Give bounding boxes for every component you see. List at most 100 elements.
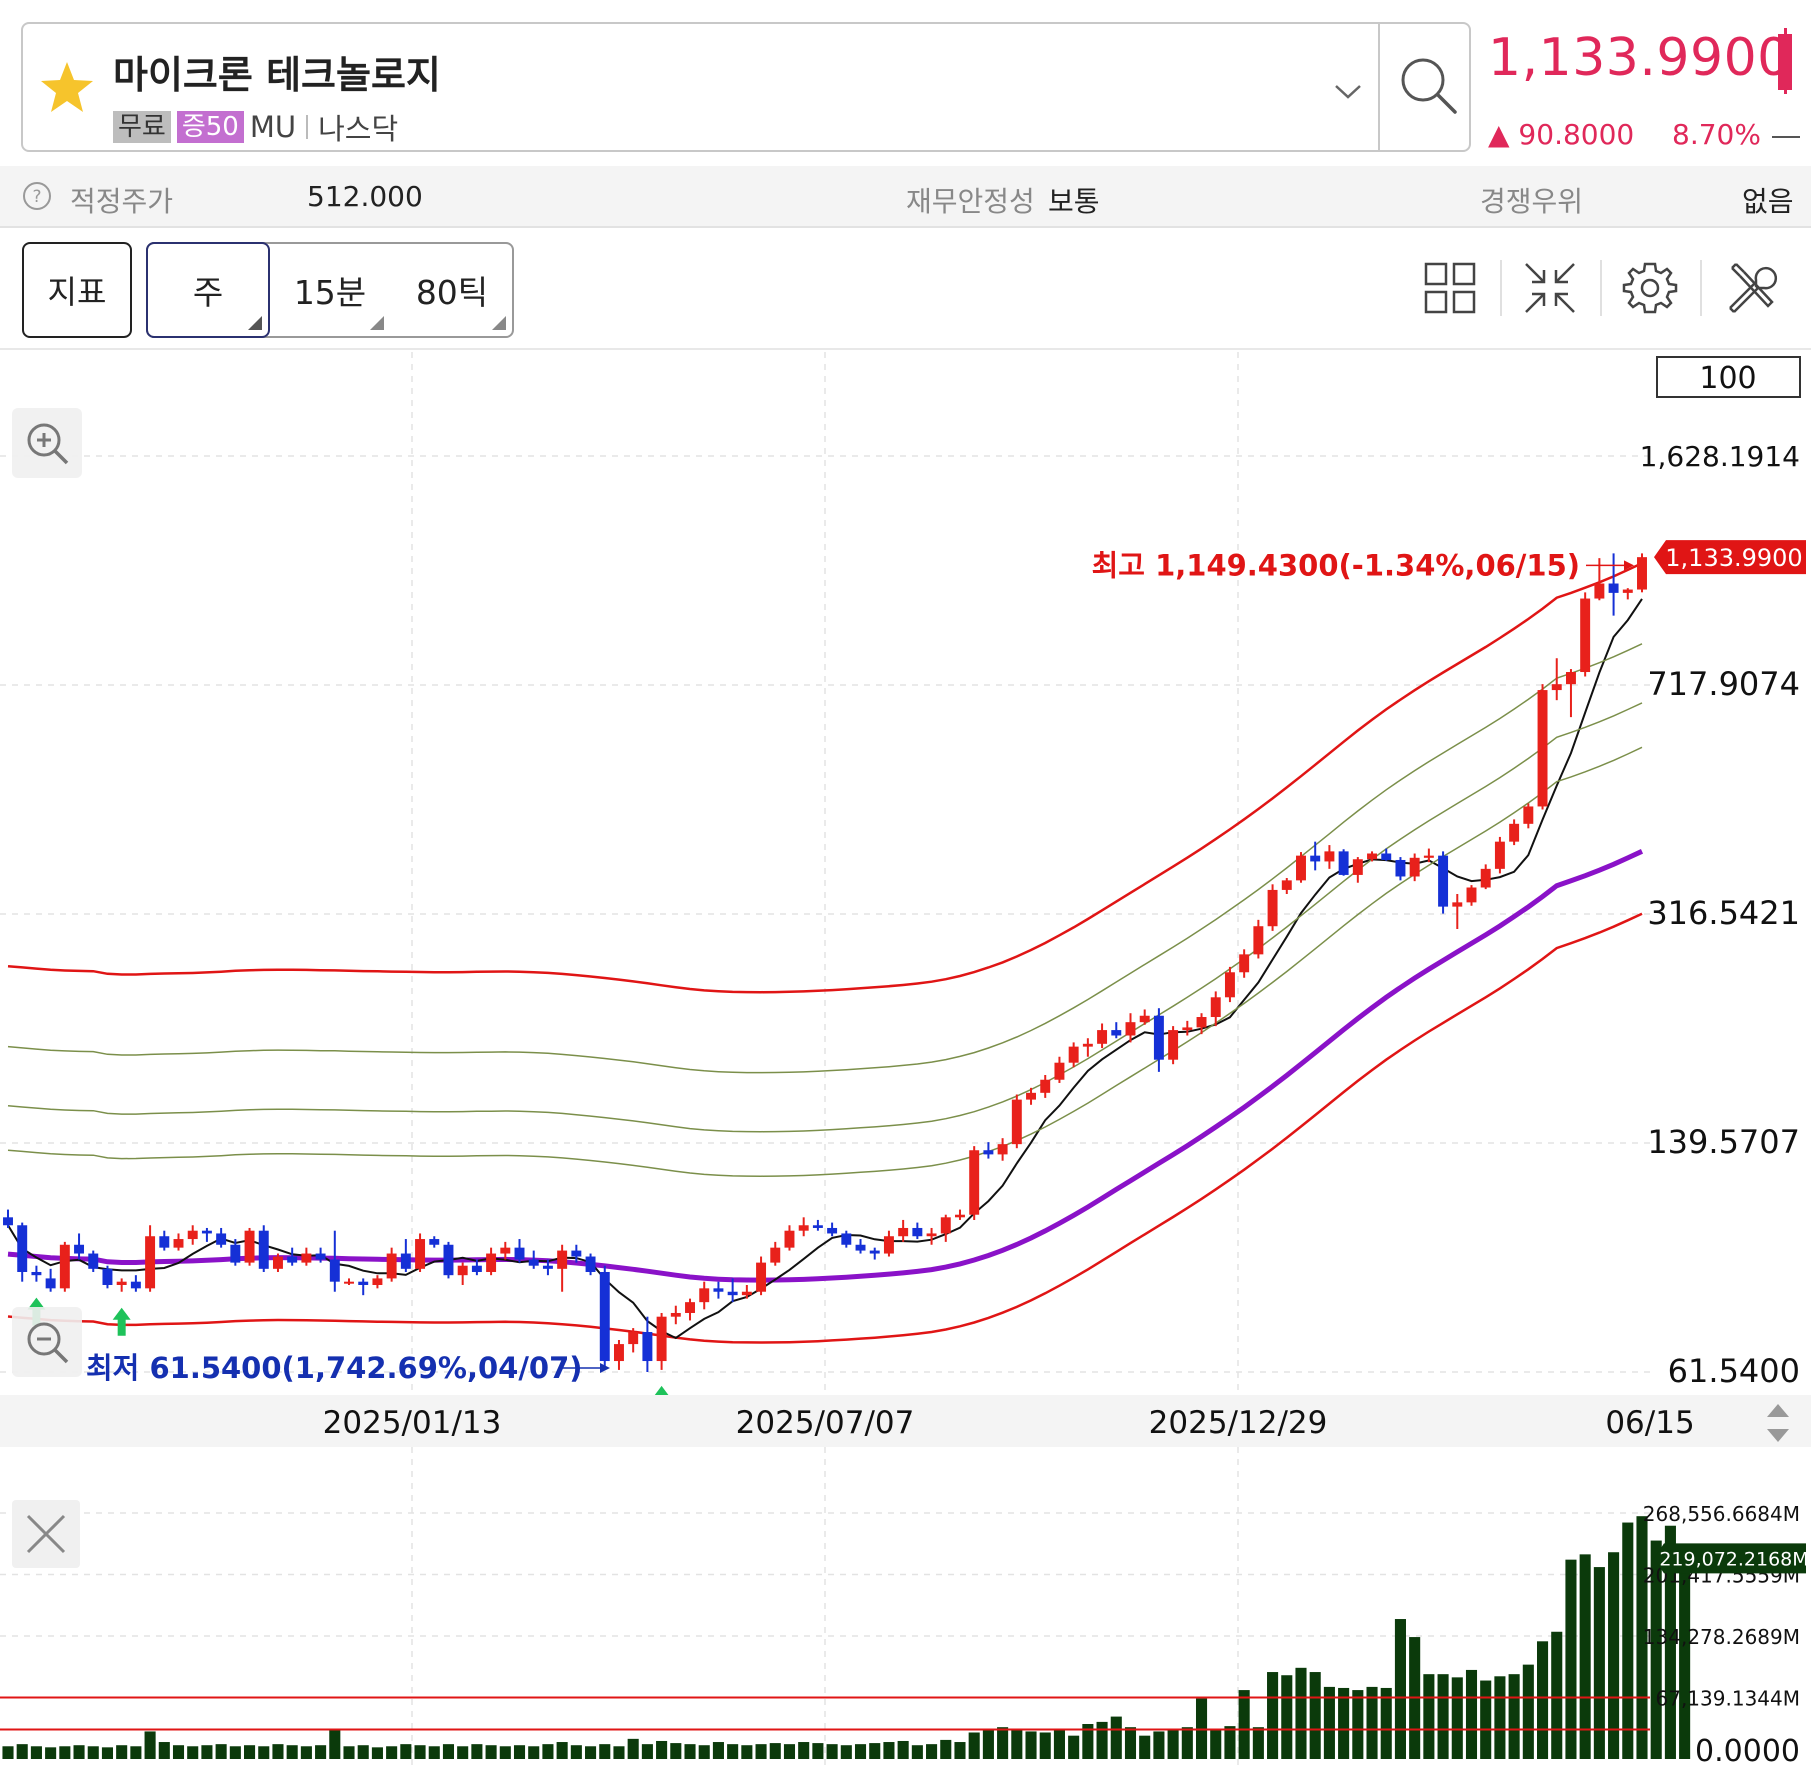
candle-body — [599, 1271, 610, 1362]
candle-body — [1168, 1030, 1179, 1060]
volume-bar — [414, 1745, 426, 1759]
candle-body — [287, 1256, 298, 1263]
volume-bar — [471, 1744, 483, 1759]
candle — [486, 1247, 497, 1276]
candle-body — [1068, 1046, 1079, 1063]
candle-body — [926, 1233, 937, 1237]
volume-bar — [201, 1745, 213, 1759]
buy-signal-arrow-icon — [112, 1307, 131, 1336]
candle — [1281, 878, 1292, 895]
candle — [997, 1138, 1008, 1161]
period-tab-week[interactable]: 주 — [146, 242, 270, 338]
volume-bar — [386, 1746, 398, 1759]
volume-bar — [712, 1742, 724, 1759]
period-tab-80tick[interactable]: 80틱 — [392, 244, 512, 336]
candle — [1253, 919, 1264, 959]
candle-body — [443, 1244, 454, 1276]
candle-body — [1409, 857, 1420, 877]
candle-body — [358, 1281, 369, 1285]
volume-bar — [357, 1745, 369, 1759]
volume-bar — [1679, 1568, 1691, 1759]
candle — [429, 1236, 440, 1248]
help-icon[interactable]: ? — [22, 181, 52, 211]
volume-bar — [1167, 1729, 1179, 1759]
margin-badge: 증50 — [176, 111, 244, 143]
search-icon[interactable] — [1393, 50, 1463, 120]
chevron-down-icon[interactable] — [1328, 76, 1368, 106]
candle — [386, 1247, 397, 1282]
candle-body — [173, 1239, 184, 1248]
exchange-name: 나스닥 — [318, 112, 399, 146]
candle — [1182, 1020, 1193, 1036]
candle-body — [656, 1316, 667, 1362]
candle — [102, 1265, 113, 1289]
date-axis[interactable]: 2025/01/13 2025/07/07 2025/12/29 06/15 — [0, 1395, 1811, 1447]
favorite-star-icon[interactable] — [37, 58, 97, 118]
volume-bar — [926, 1744, 938, 1759]
candle-body — [187, 1230, 198, 1240]
candle — [1168, 1026, 1179, 1065]
candle-body — [45, 1278, 56, 1289]
candle — [969, 1146, 980, 1220]
volume-bar — [215, 1744, 227, 1759]
volume-bar — [172, 1745, 185, 1759]
price-chart[interactable]: 1,628.1914 717.9074 316.5421 139.5707 61.540… — [0, 352, 1811, 1395]
candle-body — [827, 1227, 838, 1234]
candle — [116, 1278, 127, 1292]
candle — [1637, 553, 1647, 593]
volume-bar — [911, 1745, 923, 1759]
candle-body — [145, 1236, 156, 1289]
candle-body — [500, 1247, 511, 1254]
zoom-out-button[interactable] — [12, 1307, 82, 1377]
stock-selector[interactable]: 마이크론 테크놀로지 무료 증50 MU 나스닥 — [21, 22, 1471, 152]
candle-body — [1281, 880, 1292, 890]
competitive-value: 없음 — [1742, 185, 1794, 218]
candle-body — [244, 1230, 255, 1263]
settings-gear-icon[interactable] — [1620, 258, 1680, 318]
volume-bar — [1238, 1690, 1250, 1759]
candle — [585, 1253, 596, 1276]
tools-icon[interactable] — [1722, 258, 1782, 318]
candle — [883, 1230, 894, 1257]
period-tab-15min[interactable]: 15분 — [270, 244, 390, 336]
candle-body — [116, 1281, 127, 1285]
candle — [926, 1227, 937, 1245]
candle — [1480, 864, 1491, 890]
volume-bar — [627, 1738, 639, 1759]
price-change: ▲ 90.8000 — [1488, 118, 1635, 151]
candle — [770, 1241, 781, 1266]
candle — [1509, 819, 1520, 846]
candle-body — [1267, 889, 1278, 927]
candle — [1082, 1038, 1093, 1057]
volume-bar — [940, 1739, 952, 1759]
volume-bar — [528, 1746, 540, 1759]
volume-chart[interactable]: 268,556.6684M201,417.5559M134,278.2689M6… — [0, 1447, 1811, 1767]
candle-body — [216, 1233, 227, 1245]
zoom-in-button[interactable] — [12, 408, 82, 478]
candle — [642, 1316, 653, 1372]
collapse-icon[interactable] — [1520, 258, 1580, 318]
indicator-button[interactable]: 지표 — [22, 242, 132, 338]
volume-bar — [101, 1747, 114, 1759]
candle — [1054, 1056, 1065, 1083]
period-15min-label: 15분 — [293, 273, 367, 312]
candle-body — [1125, 1022, 1136, 1036]
scroll-updown-icon[interactable] — [1755, 1400, 1801, 1446]
candle-body — [3, 1217, 13, 1226]
candle-body — [1608, 583, 1619, 593]
close-volume-button[interactable] — [12, 1500, 80, 1568]
layout-grid-icon[interactable] — [1420, 258, 1480, 318]
candle-body — [1452, 902, 1463, 907]
volume-bar — [1465, 1669, 1478, 1759]
ticker-symbol: MU — [249, 110, 297, 144]
candle — [1338, 849, 1349, 876]
volume-y-axis-label: 67,139.1344M — [1656, 1687, 1801, 1711]
candle — [344, 1278, 354, 1285]
corner-triangle-icon — [370, 316, 384, 330]
period-week-label: 주 — [192, 273, 224, 312]
volume-bar — [1281, 1675, 1293, 1759]
volume-bar — [1110, 1716, 1122, 1759]
candle-body — [898, 1227, 909, 1237]
candle-body — [1139, 1015, 1150, 1023]
candle — [415, 1233, 426, 1272]
